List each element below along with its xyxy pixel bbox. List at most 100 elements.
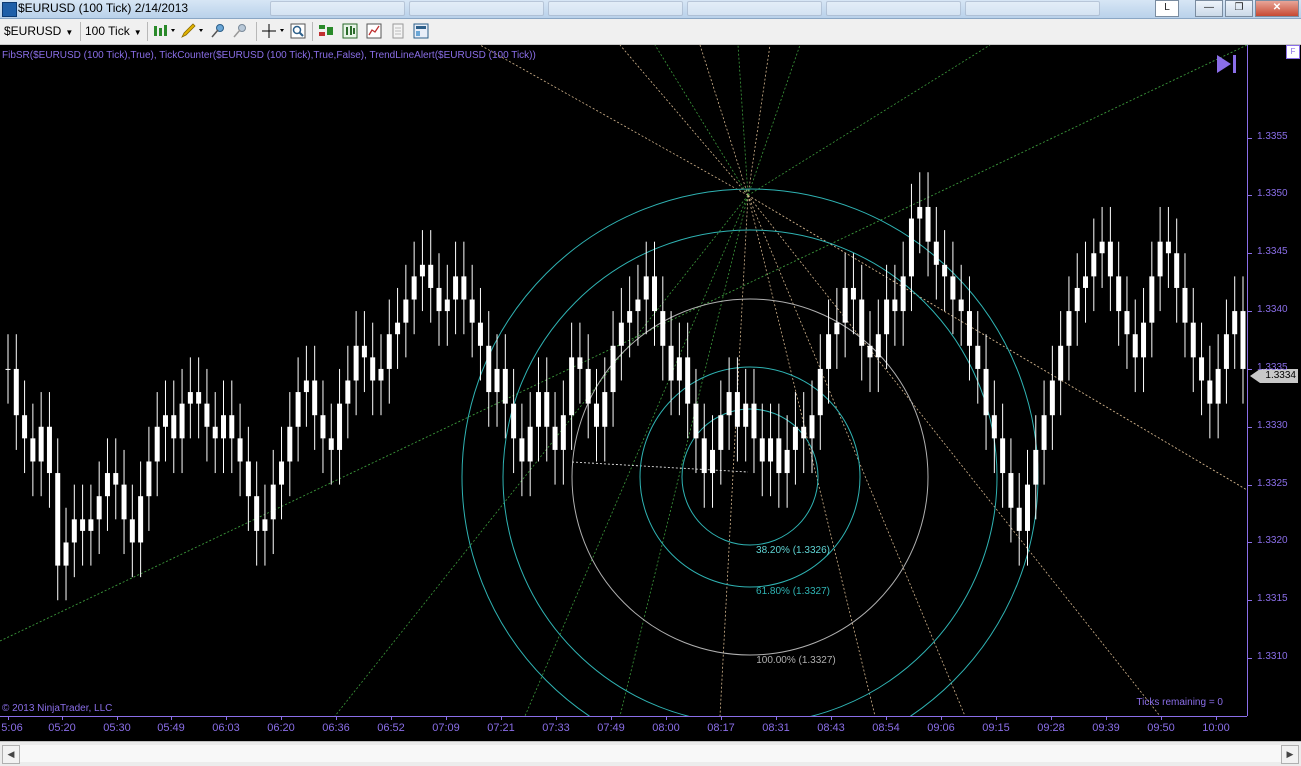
price-bar [635,264,641,346]
chart-trader-icon[interactable] [413,23,429,39]
price-label: 1.3335 [1257,361,1288,373]
time-tick [281,717,282,720]
price-bar-body [710,449,716,474]
price-bar-body [370,357,376,381]
data-box-icon[interactable] [390,23,406,39]
close-button[interactable]: ✕ [1255,0,1299,17]
price-bar-body [386,334,392,369]
layout-button[interactable]: L [1155,0,1179,17]
price-bar-body [5,368,11,370]
fullscreen-icon[interactable]: F [1286,45,1300,59]
price-bar-body [262,519,268,531]
price-bar [328,403,334,485]
time-tick [666,717,667,720]
price-bar-body [345,380,351,404]
minimize-button[interactable]: — [1195,0,1223,17]
time-label: 08:54 [872,722,900,734]
price-bar-body [1099,241,1105,254]
time-label: 08:00 [652,722,680,734]
price-bar-body [453,276,459,300]
scroll-right-icon[interactable]: ▶ [1281,745,1299,764]
price-tick [1248,137,1252,139]
scroll-track[interactable] [20,745,1281,762]
price-bar-body [1000,438,1006,474]
price-bar [179,368,185,474]
time-tick [996,717,997,720]
price-bar [1107,206,1113,312]
price-bar-body [743,403,749,427]
time-label: 08:31 [762,722,790,734]
price-bar-body [593,403,599,427]
drawing-pencil-icon[interactable] [180,23,204,39]
zoom-icon[interactable] [290,23,306,39]
price-bar [850,253,856,335]
price-bar-body [295,392,301,427]
price-bar-body [229,415,235,439]
fib-label-100: 100.00% (1.3327) [756,655,836,666]
ticks-remaining: Ticks remaining = 0 [1136,697,1223,708]
price-bar [817,334,823,450]
price-bar-body [1058,345,1064,381]
price-label: 1.3310 [1257,651,1288,663]
fan-line-1 [654,45,749,196]
price-bar-body [30,438,36,462]
scroll-to-end-icon[interactable] [1215,53,1239,75]
price-bar [710,415,716,508]
price-chart-canvas[interactable]: 38.20% (1.3326) 61.80% (1.3327) 100.00% … [0,45,1247,716]
price-label: 1.3325 [1257,477,1288,489]
price-bar [1000,403,1006,508]
price-bar-body [204,403,210,427]
crosshair-icon[interactable] [261,23,285,39]
price-bar [826,299,832,404]
price-bar-body [726,392,732,416]
price-bar [610,311,616,427]
price-bar-body [212,426,218,439]
indicators-icon[interactable] [342,23,358,39]
price-bar [270,449,276,555]
price-bar [337,368,343,485]
fan-line-upper-right [747,45,991,196]
price-bar-body [884,299,890,335]
scroll-left-icon[interactable]: ◀ [2,745,20,764]
price-bar-body [13,368,19,416]
time-label: 06:20 [267,722,295,734]
instrument-selector[interactable]: $EURUSD ▼ [4,23,73,39]
strategies-icon[interactable] [318,23,334,39]
indicator-label: FibSR($EURUSD (100 Tick),True), TickCoun… [2,50,536,61]
price-axis[interactable]: F 1.3334 1.3355 1.3350 1.3345 1.3340 1.3335 1… [1247,45,1301,716]
price-bar-body [1016,507,1022,531]
chart-properties-icon[interactable] [366,23,382,39]
chart-panel[interactable]: 38.20% (1.3326) 61.80% (1.3327) 100.00% … [0,45,1247,716]
price-bar-body [933,241,939,265]
price-bar-body [983,368,989,416]
price-label: 1.3345 [1257,246,1288,258]
fan-line-8 [619,195,749,716]
price-bar-body [643,276,649,300]
price-bar [560,380,566,485]
price-bar-body [1165,241,1171,254]
price-bar-body [975,345,981,369]
price-bar [759,403,765,497]
interval-selector[interactable]: 100 Tick ▼ [85,23,142,39]
price-bar-body [104,473,110,497]
price-bar [618,287,624,381]
remove-pin-icon[interactable] [232,23,248,39]
fan-line-2 [699,45,749,196]
horizontal-scrollbar[interactable]: ◀ ▶ [0,741,1301,766]
price-bar-body [1041,415,1047,450]
pin-icon[interactable] [210,23,226,39]
price-bar-body [942,264,948,277]
time-label: 09:39 [1092,722,1120,734]
time-label: 06:03 [212,722,240,734]
time-axis[interactable]: 5:06 05:20 05:30 05:49 06:03 06:20 06:36 06:52 0… [0,716,1247,741]
price-bar-body [693,403,699,439]
price-bar [1041,380,1047,485]
price-label: 1.3350 [1257,188,1288,200]
price-bar [1141,287,1147,393]
price-bar-body [171,415,177,439]
bar-type-icon[interactable] [152,23,176,39]
restore-button[interactable]: ❐ [1225,0,1253,17]
time-label: 06:36 [322,722,350,734]
price-bar [834,287,840,369]
price-bar [436,253,442,346]
